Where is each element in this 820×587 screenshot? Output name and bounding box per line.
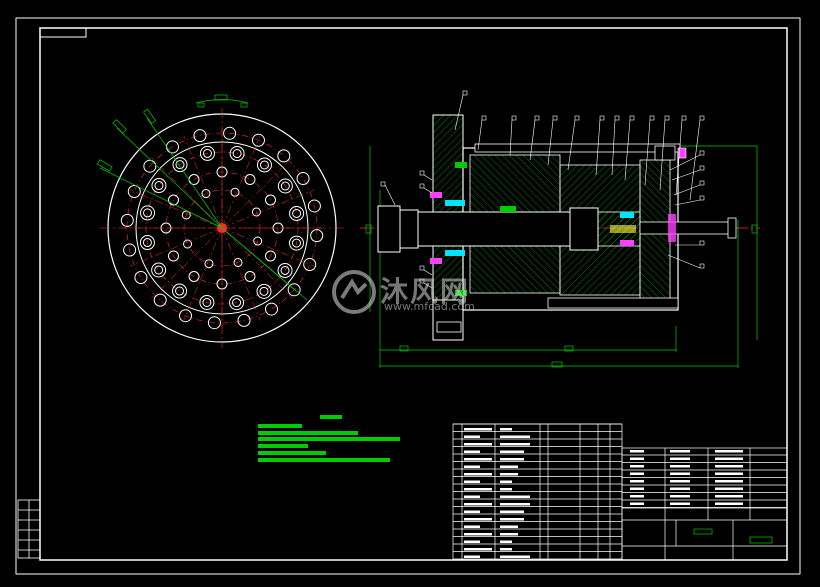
watermark-url: www.mfcad.com — [384, 300, 475, 313]
core-hole — [230, 187, 240, 197]
watermark-logo-icon — [332, 270, 376, 314]
leader-lines — [96, 94, 308, 301]
outer-bolt-hole — [193, 129, 207, 143]
outer-bolt-hole — [153, 293, 167, 307]
mid-bolt-hole-inner — [154, 265, 164, 275]
outer-bolt-hole — [223, 126, 237, 140]
mid-bolt-hole-inner — [232, 149, 242, 159]
mid-bolt-hole-inner — [259, 160, 269, 170]
title-block — [621, 447, 788, 561]
mid-bolt-hole-inner — [143, 208, 153, 218]
mid-bolt-hole — [256, 157, 272, 173]
mid-bolt-hole — [289, 205, 305, 221]
mid-bolt-hole — [140, 205, 156, 221]
technical-notes — [258, 415, 400, 462]
mid-bolt-hole-inner — [154, 181, 164, 191]
mid-bolt-hole-inner — [175, 286, 185, 296]
section-view-assembly — [360, 90, 760, 368]
outer-bolt-hole — [134, 271, 148, 285]
outer-bolt-hole — [296, 171, 310, 185]
mid-bolt-hole — [229, 146, 245, 162]
end-view-flange — [96, 94, 345, 348]
outer-bolt-hole — [127, 185, 141, 199]
inner-hole — [244, 270, 256, 282]
outer-bolt-hole — [277, 149, 291, 163]
parts-list-table — [452, 423, 623, 561]
core-hole — [204, 259, 214, 269]
left-margin-table — [17, 499, 41, 559]
mid-bolt-hole — [151, 178, 167, 194]
inner-hole — [244, 174, 256, 186]
mid-bolt-hole — [151, 262, 167, 278]
mid-bolt-hole-inner — [292, 208, 302, 218]
outer-bolt-hole — [303, 257, 317, 271]
mid-bolt-hole — [172, 283, 188, 299]
